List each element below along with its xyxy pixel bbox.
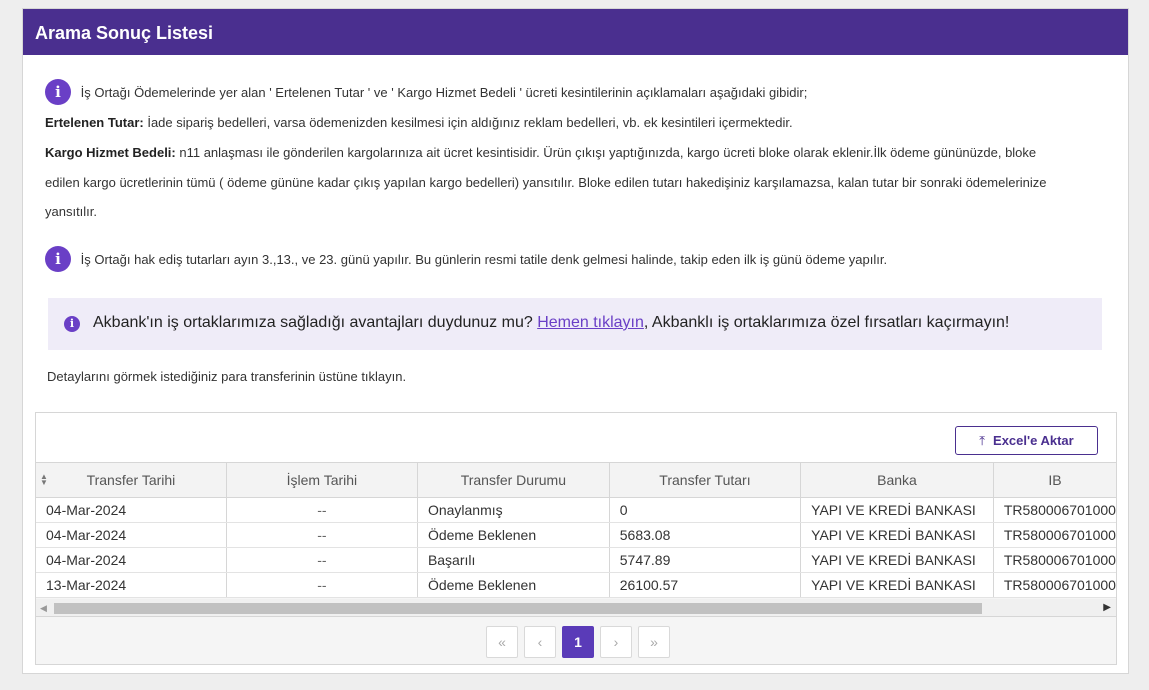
cell-amount: 5683.08 [609, 522, 802, 548]
cell-transfer-date: 13-Mar-2024 [36, 572, 227, 598]
cell-status: Onaylanmış [417, 497, 610, 523]
cell-amount: 0 [609, 497, 802, 523]
cargo-fee-line-3: yansıtılır. [45, 204, 98, 219]
cell-bank: YAPI VE KREDİ BANKASI [800, 497, 994, 523]
upload-icon: ⤒ [979, 433, 986, 448]
table-row[interactable]: 04-Mar-2024 -- Başarılı 5747.89 YAPI VE … [36, 547, 1116, 573]
akbank-text-before: Akbank'ın iş ortaklarımıza sağladığı ava… [93, 314, 538, 331]
cell-status: Ödeme Beklenen [417, 522, 610, 548]
table-row[interactable]: 13-Mar-2024 -- Ödeme Beklenen 26100.57 Y… [36, 572, 1116, 598]
prev-page-button[interactable]: ‹ [524, 626, 556, 658]
table-row[interactable]: 04-Mar-2024 -- Ödeme Beklenen 5683.08 YA… [36, 522, 1116, 548]
akbank-text: Akbank'ın iş ortaklarımıza sağladığı ava… [93, 314, 1009, 332]
column-header-transfer-status[interactable]: Transfer Durumu [417, 463, 610, 498]
cargo-fee-line: Kargo Hizmet Bedeli: n11 anlaşması ile g… [45, 145, 1036, 160]
cell-transfer-date: 04-Mar-2024 [36, 547, 227, 573]
column-header-transfer-date[interactable]: ▲ ▼ Transfer Tarihi [36, 463, 227, 498]
detail-hint: Detaylarını görmek istediğiniz para tran… [47, 369, 407, 384]
akbank-banner: i Akbank'ın iş ortaklarımıza sağladığı a… [48, 298, 1102, 350]
cell-bank: YAPI VE KREDİ BANKASI [800, 522, 994, 548]
cargo-fee-line-2: edilen kargo ücretlerinin tümü ( ödeme g… [45, 175, 1047, 190]
excel-export-button[interactable]: ⤒ Excel'e Aktar [955, 426, 1098, 455]
pagination: « ‹ 1 › » [486, 626, 670, 658]
page-1-button[interactable]: 1 [562, 626, 594, 658]
cell-amount: 5747.89 [609, 547, 802, 573]
panel-title: Arama Sonuç Listesi [23, 9, 1128, 55]
cell-transfer-date: 04-Mar-2024 [36, 522, 227, 548]
column-header-iban[interactable]: IB [993, 463, 1116, 498]
cell-transaction-date: -- [226, 547, 418, 573]
horizontal-scrollbar[interactable]: ◀ ▶ [36, 599, 1116, 617]
column-header-transfer-amount[interactable]: Transfer Tutarı [609, 463, 802, 498]
cell-status: Ödeme Beklenen [417, 572, 610, 598]
transfer-grid: ⤒ Excel'e Aktar ▲ ▼ Transfer Tarihi İşlem T… [35, 412, 1117, 665]
cell-transaction-date: -- [226, 572, 418, 598]
cell-iban: TR580006701000 [993, 572, 1116, 598]
cell-status: Başarılı [417, 547, 610, 573]
sort-icon: ▲ ▼ [40, 472, 48, 487]
cargo-label: Kargo Hizmet Bedeli: [45, 145, 176, 160]
column-header-transaction-date[interactable]: İşlem Tarihi [226, 463, 418, 498]
cell-transaction-date: -- [226, 522, 418, 548]
first-page-button[interactable]: « [486, 626, 518, 658]
table-header-row: ▲ ▼ Transfer Tarihi İşlem Tarihi Transfer … [36, 463, 1116, 498]
scroll-left-icon[interactable]: ◀ [40, 603, 47, 614]
cell-amount: 26100.57 [609, 572, 802, 598]
next-page-button[interactable]: › [600, 626, 632, 658]
info-icon: i [45, 246, 71, 272]
column-header-bank[interactable]: Banka [800, 463, 994, 498]
transfer-table: ▲ ▼ Transfer Tarihi İşlem Tarihi Transfer … [36, 463, 1116, 598]
payment-days-text: İş Ortağı hak ediş tutarları ayın 3.,13.… [80, 251, 888, 267]
info-line-1-text: İş Ortağı Ödemelerinde yer alan ' Ertele… [80, 84, 808, 100]
cell-bank: YAPI VE KREDİ BANKASI [800, 547, 994, 573]
deferred-label: Ertelenen Tutar: [45, 115, 144, 130]
scroll-right-icon[interactable]: ▶ [1103, 602, 1111, 613]
search-results-panel: Arama Sonuç Listesi i İş Ortağı Ödemeler… [22, 8, 1129, 674]
table-row[interactable]: 04-Mar-2024 -- Onaylanmış 0 YAPI VE KRED… [36, 497, 1116, 523]
info-icon: i [45, 79, 71, 105]
cell-iban: TR580006701000 [993, 522, 1116, 548]
deferred-amount-line: Ertelenen Tutar: İade sipariş bedelleri,… [45, 115, 793, 130]
cell-iban: TR580006701000 [993, 547, 1116, 573]
akbank-text-after: , Akbanklı iş ortaklarımıza özel fırsatl… [643, 314, 1010, 331]
cell-transfer-date: 04-Mar-2024 [36, 497, 227, 523]
deferred-text: İade sipariş bedelleri, varsa ödemenizde… [143, 115, 793, 130]
info-icon: i [64, 316, 80, 332]
cell-bank: YAPI VE KREDİ BANKASI [800, 572, 994, 598]
excel-export-label: Excel'e Aktar [993, 433, 1074, 448]
grid-toolbar: ⤒ Excel'e Aktar [36, 413, 1116, 463]
cell-transaction-date: -- [226, 497, 418, 523]
info-line-payment-days: i İş Ortağı hak ediş tutarları ayın 3.,1… [45, 246, 887, 272]
akbank-link[interactable]: Hemen tıklayın [537, 314, 644, 331]
cargo-text-1: n11 anlaşması ile gönderilen kargolarını… [175, 145, 1037, 160]
info-line-1: i İş Ortağı Ödemelerinde yer alan ' Erte… [45, 79, 807, 105]
cell-iban: TR580006701000 [993, 497, 1116, 523]
scrollbar-thumb[interactable] [54, 603, 982, 614]
last-page-button[interactable]: » [638, 626, 670, 658]
